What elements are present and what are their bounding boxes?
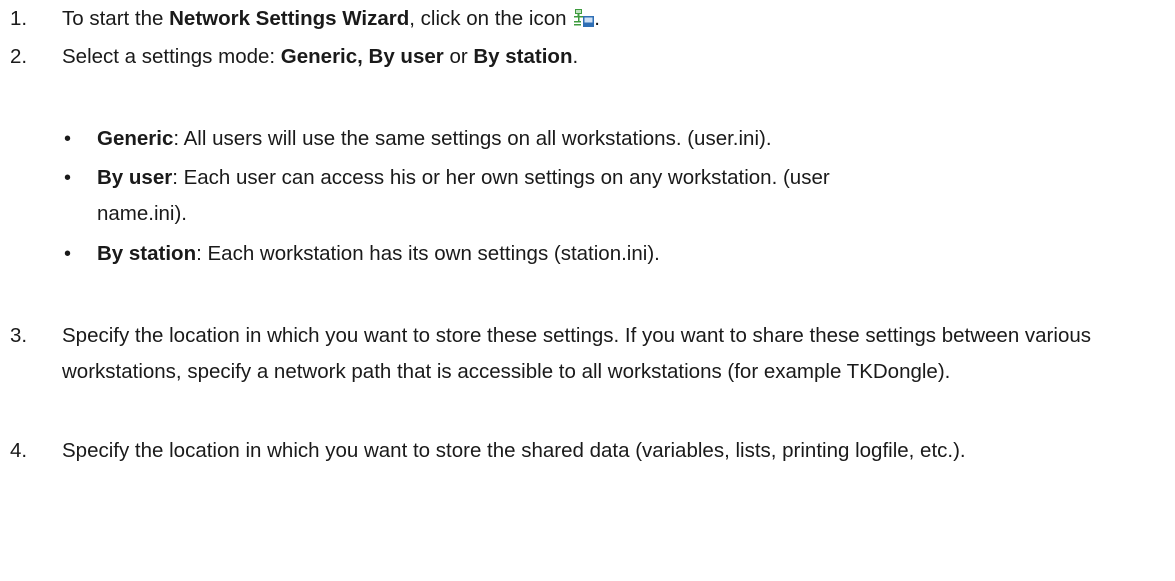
mode-text: Generic: All users will use the same set… [97,121,1170,157]
step-text: Specify the location in which you want t… [62,439,966,462]
wizard-name: Network Settings Wizard [169,7,410,30]
step-text: To start the Network Settings Wizard, cl… [62,7,600,30]
mode-description: : Each user can access his or her own se… [97,166,830,225]
mode-name: Generic [97,127,174,150]
mode-by-user: • By user: Each user can access his or h… [0,160,1170,232]
mode-name: By user [97,166,173,189]
mode-by-station: • By station: Each workstation has its o… [0,236,1170,272]
step-2: 2. Select a settings mode: Generic, By u… [0,39,1170,75]
bullet-icon: • [64,167,72,189]
step-number: 3. [10,324,28,347]
step-number: 4. [10,439,28,462]
step-text: Specify the location in which you want t… [62,324,1091,383]
bullet-icon: • [64,243,72,265]
bullet-icon: • [64,128,72,150]
network-settings-icon [574,9,595,27]
step-1: 1. To start the Network Settings Wizard,… [0,1,1170,37]
mode-description: : All users will use the same settings o… [173,127,772,150]
mode-name: By station [97,242,197,265]
step-4: 4. Specify the location in which you wan… [0,433,1170,469]
step-number: 1. [10,7,28,30]
step-text: Select a settings mode: Generic, By user… [62,45,579,68]
mode-text: By user: Each user can access his or her… [97,160,857,232]
mode-generic: • Generic: All users will use the same s… [0,121,1170,157]
mode-description: : Each workstation has its own settings … [196,242,660,265]
mode-text: By station: Each workstation has its own… [97,236,1170,272]
step-number: 2. [10,45,28,68]
step-3: 3. Specify the location in which you wan… [0,318,1170,390]
